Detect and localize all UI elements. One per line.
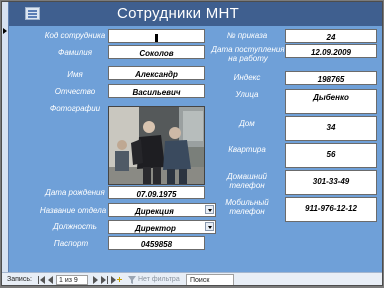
new-record-icon[interactable] (111, 276, 122, 284)
label-first-name: Имя (67, 70, 83, 79)
label-birth-date: Дата рождения (45, 188, 105, 197)
position-combobox[interactable]: Директор (108, 220, 216, 234)
apartment-field[interactable]: 56 (285, 143, 377, 168)
search-input[interactable]: Поиск (186, 274, 234, 285)
label-photo: Фотографии (49, 104, 101, 113)
label-apartment: Квартира (228, 145, 266, 154)
photo-image (109, 107, 204, 184)
order-no-field[interactable]: 24 (285, 29, 377, 43)
record-selector[interactable] (2, 2, 9, 272)
text-cursor (155, 33, 158, 42)
label-mobile-phone: Мобильный телефон (225, 198, 269, 216)
position-dropdown-button[interactable] (205, 222, 214, 231)
home-phone-field[interactable]: 301-33-49 (285, 170, 377, 195)
label-house: Дом (239, 119, 255, 128)
previous-record-icon[interactable] (47, 276, 54, 284)
record-position-input[interactable]: 1 из 9 (56, 275, 88, 285)
form-header: Сотрудники МНТ (9, 2, 382, 26)
hire-date-field[interactable]: 12.09.2009 (285, 44, 377, 58)
record-navigation-bar: Запись: 1 из 9 Нет фильтра Поиск (2, 272, 382, 285)
label-code: Код сотрудника (44, 31, 106, 40)
patronymic-field[interactable]: Васильевич (108, 84, 205, 98)
last-name-field[interactable]: Соколов (108, 45, 205, 59)
filter-icon (128, 276, 136, 284)
label-passport: Паспорт (53, 239, 89, 248)
form-title: Сотрудники МНТ (117, 5, 240, 22)
department-value: Дирекция (135, 207, 174, 216)
department-dropdown-button[interactable] (205, 205, 214, 214)
birth-date-field[interactable]: 07.09.1975 (108, 186, 205, 199)
current-record-arrow-icon (3, 28, 7, 34)
label-street: Улица (235, 90, 259, 99)
label-last-name: Фамилия (58, 48, 92, 57)
label-zip: Индекс (233, 73, 261, 82)
label-department: Название отдела (39, 206, 107, 215)
mobile-phone-field[interactable]: 911-976-12-12 (285, 197, 377, 222)
street-field[interactable]: Дыбенко (285, 89, 377, 114)
label-hire-date: Дата поступления на работу (211, 45, 285, 63)
filter-status[interactable]: Нет фильтра (138, 276, 180, 283)
record-position: 1 из 9 (59, 277, 78, 284)
form-detail: Код сотрудника Фамилия Имя Отчество Фото… (9, 26, 382, 272)
label-home-phone: Домашний телефон (227, 172, 267, 190)
first-name-field[interactable]: Александр (108, 66, 205, 80)
first-record-icon[interactable] (38, 276, 45, 284)
zip-field[interactable]: 198765 (285, 71, 377, 85)
next-record-icon[interactable] (92, 276, 99, 284)
house-field[interactable]: 34 (285, 116, 377, 141)
passport-field[interactable]: 0459858 (108, 236, 205, 250)
last-record-icon[interactable] (101, 276, 108, 284)
employee-photo[interactable] (108, 106, 205, 185)
department-combobox[interactable]: Дирекция (108, 203, 216, 217)
form-window: Сотрудники МНТ Код сотрудника Фамилия Им… (1, 1, 383, 286)
label-patronymic: Отчество (54, 87, 96, 96)
label-order-no: № приказа (226, 31, 268, 40)
position-value: Директор (135, 224, 176, 233)
search-placeholder: Поиск (190, 277, 210, 284)
form-icon (25, 7, 40, 20)
record-label: Запись: (7, 276, 32, 283)
code-field[interactable] (108, 29, 205, 43)
label-position: Должность (53, 222, 97, 231)
